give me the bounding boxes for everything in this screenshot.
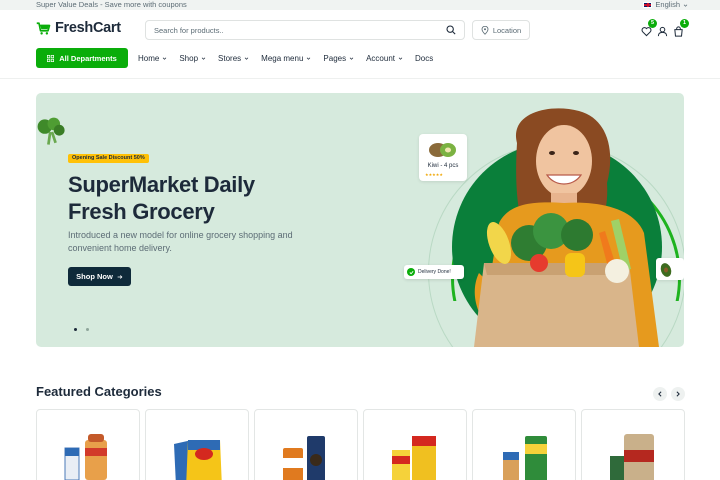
category-card[interactable] [36,409,140,480]
carousel-next-button[interactable] [671,387,685,401]
search-input[interactable] [154,25,446,35]
nav-item-shop[interactable]: Shop [179,54,206,63]
chevron-down-icon [244,57,249,60]
main-nav: Home Shop Stores Mega menu Pages Account… [138,48,433,68]
all-departments-button[interactable]: All Departments [36,48,128,68]
chevron-down-icon [398,57,403,60]
chips-icon [174,440,222,480]
category-card[interactable] [581,409,685,480]
nav-item-label: Mega menu [261,53,304,63]
search-icon[interactable] [446,25,456,35]
hero-banner: Opening Sale Discount 50% SuperMarket Da… [36,93,684,347]
language-selector[interactable]: English [643,0,688,10]
kiwi-icon [429,143,456,157]
cereal-icon [392,436,436,480]
chevron-down-icon [163,57,167,60]
nav-item-account[interactable]: Account [366,54,403,63]
logo-text: FreshCart [55,20,121,36]
wishlist-button[interactable]: 5 [641,19,657,37]
carousel-dots [74,328,89,331]
chevron-right-icon [676,391,680,397]
hero-title-line1: SuperMarket Daily [68,172,255,197]
woman-grocery-bag-image [474,108,659,347]
nav-item-mega-menu[interactable]: Mega menu [261,54,311,63]
kiwi-rating: ★★★★★ [425,172,443,177]
cart-count-badge: 1 [680,19,689,28]
nav-item-docs[interactable]: Docs [415,54,433,63]
kiwi-product-card[interactable]: Kiwi - 4 pcs ★★★★★ [419,134,467,181]
nav-item-label: Pages [323,53,347,63]
wishlist-count-badge: 5 [648,19,657,28]
chevron-down-icon [683,3,688,7]
hero-subtitle: Introduced a new model for online grocer… [68,230,293,253]
avocado-product-card[interactable] [656,258,684,280]
nav-item-home[interactable]: Home [138,54,167,63]
grid-icon [47,54,55,62]
shop-now-button[interactable]: Shop Now [68,267,131,286]
hero-title-line2: Fresh Grocery [68,199,215,224]
carousel-prev-button[interactable] [653,387,667,401]
chevron-left-icon [658,391,662,397]
chevron-down-icon [201,57,206,60]
carousel-dot-active[interactable] [74,328,77,331]
chevron-down-icon [349,57,354,60]
cart-button[interactable]: 1 [673,19,689,37]
all-departments-label: All Departments [59,53,117,63]
nav-item-label: Docs [415,53,434,63]
category-cards [36,409,685,480]
flour-icon [503,436,547,480]
promo-text: Super Value Deals - Save more with coupo… [36,0,187,9]
carousel-dot[interactable] [86,328,89,331]
header-divider [0,78,720,79]
nav-item-label: Stores [218,53,242,63]
nav-item-label: Shop [179,53,199,63]
chevron-down-icon [307,57,311,60]
avocado-icon [660,263,672,277]
cart-logo-icon [36,21,51,35]
logo[interactable]: FreshCart [36,20,121,36]
broccoli-icon [37,117,65,145]
nav-item-label: Account [366,53,395,63]
category-card[interactable] [363,409,467,480]
kiwi-label: Kiwi - 4 pcs [427,163,459,169]
language-label: English [655,0,680,9]
category-card[interactable] [254,409,358,480]
location-button[interactable]: Location [472,20,530,40]
category-card[interactable] [472,409,576,480]
nav-item-label: Home [138,53,160,63]
sale-badge: Opening Sale Discount 50% [68,154,149,163]
hero-title: SuperMarket Daily Fresh Grocery [68,171,255,225]
shop-now-label: Shop Now [76,272,113,281]
map-pin-icon [481,25,489,35]
nav-item-stores[interactable]: Stores [218,54,249,63]
search-bar[interactable] [145,20,465,40]
rice-bag-icon [610,434,654,480]
delivery-status-card: Delivery Done! [404,265,464,279]
featured-categories-title: Featured Categories [36,384,162,399]
check-icon [407,268,415,276]
category-card[interactable] [145,409,249,480]
delivery-label: Delivery Done! [418,269,451,275]
account-button[interactable] [657,24,669,37]
nav-item-pages[interactable]: Pages [323,54,354,63]
cookies-icon [283,436,325,480]
bread-milk-icon [64,434,107,480]
user-icon [657,26,668,37]
top-bar: Super Value Deals - Save more with coupo… [0,0,720,10]
arrow-right-icon [117,274,123,279]
location-label: Location [492,25,522,35]
uk-flag-icon [643,2,653,8]
